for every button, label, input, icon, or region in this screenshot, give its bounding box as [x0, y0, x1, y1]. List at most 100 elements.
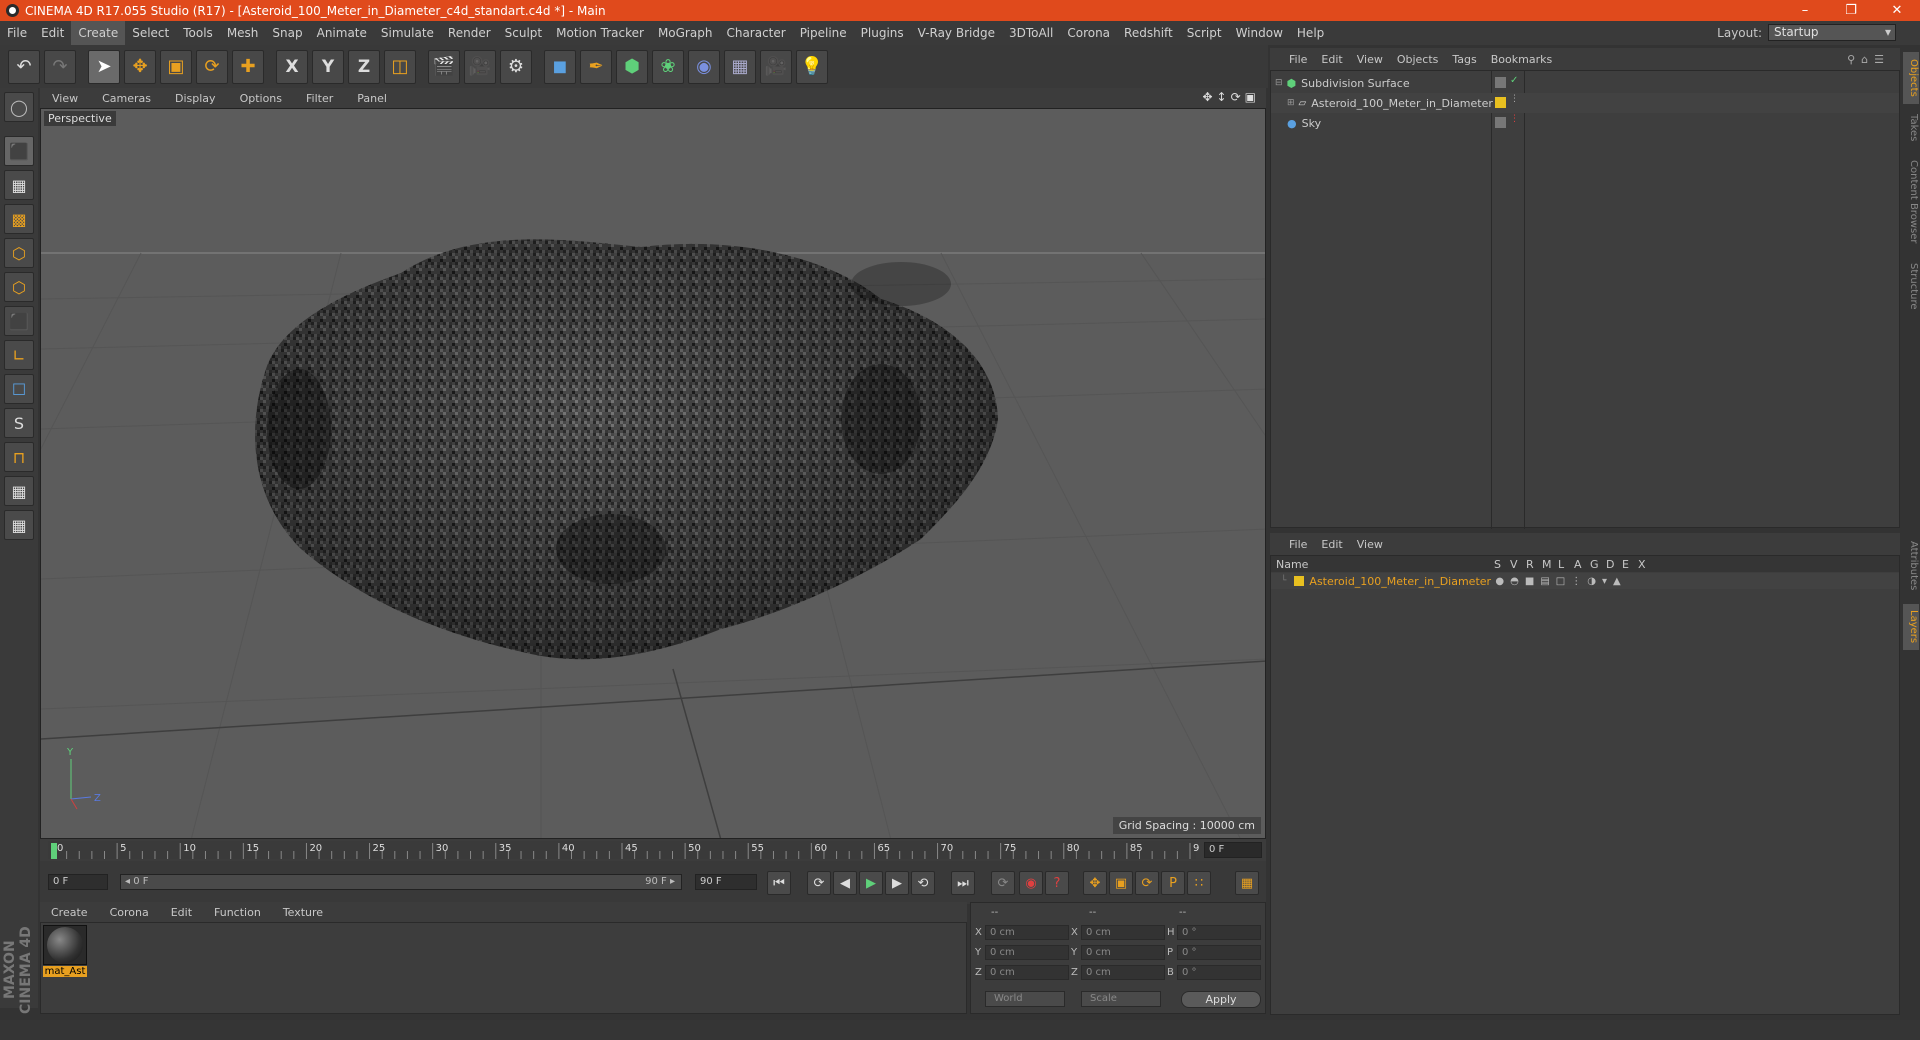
viewport-menu-view[interactable]: View	[40, 92, 90, 105]
cube-icon[interactable]: ◼	[544, 49, 576, 84]
menu-animate[interactable]: Animate	[310, 21, 374, 45]
tab-structure[interactable]: Structure	[1903, 256, 1919, 316]
model-mode-icon[interactable]: ⬛	[4, 136, 34, 166]
size-y-field[interactable]: 0 cm	[1081, 945, 1165, 960]
layer-column-xref[interactable]: X	[1638, 558, 1654, 571]
key-scale-icon[interactable]: ▣	[1109, 871, 1133, 895]
edges-mode-icon[interactable]: ⬡	[4, 272, 34, 302]
layer-menu-file[interactable]: File	[1282, 538, 1314, 551]
dots-icon[interactable]: ⋮	[1510, 114, 1519, 124]
viewport-menu-cameras[interactable]: Cameras	[90, 92, 163, 105]
render-view-icon[interactable]: 🎬	[428, 49, 460, 84]
object-menu-bookmarks[interactable]: Bookmarks	[1484, 53, 1559, 66]
subdivision-icon[interactable]: ⬢	[616, 49, 648, 84]
expand-icon[interactable]: ⊟	[1275, 78, 1283, 88]
menu-select[interactable]: Select	[125, 21, 176, 45]
timeline-ruler[interactable]: 0 5 10 15 20 25 30 35 40 45 50 55 60 65 70 75 80 85 90 0 F	[40, 839, 1266, 861]
coordinate-space-select[interactable]: World	[985, 991, 1065, 1007]
menu-3dtoall[interactable]: 3DToAll	[1002, 21, 1060, 45]
menu-plugins[interactable]: Plugins	[854, 21, 911, 45]
viewport-camera-label[interactable]: Perspective	[44, 111, 116, 126]
object-menu-tags[interactable]: Tags	[1445, 53, 1483, 66]
menu-character[interactable]: Character	[719, 21, 792, 45]
loop-icon[interactable]: ⟳	[807, 871, 831, 895]
menu-script[interactable]: Script	[1180, 21, 1229, 45]
render-picture-viewer-icon[interactable]: 🎥	[464, 49, 496, 84]
menu-file[interactable]: File	[0, 21, 34, 45]
restore-icon[interactable]: ❐	[1828, 0, 1874, 21]
start-frame-field[interactable]: 0 F	[48, 874, 108, 890]
object-row-asteroid[interactable]: ⊞ ▱ Asteroid_100_Meter_in_Diameter ⋮	[1271, 93, 1899, 113]
layout-select[interactable]: Startup	[1768, 24, 1896, 41]
scale-tool-icon[interactable]: ▣	[160, 49, 192, 84]
viewport-menu-options[interactable]: Options	[228, 92, 294, 105]
viewport-menu-filter[interactable]: Filter	[294, 92, 345, 105]
apply-button[interactable]: Apply	[1181, 991, 1261, 1008]
go-to-end-icon[interactable]: ⏭	[951, 871, 975, 895]
menu-tools[interactable]: Tools	[176, 21, 220, 45]
layer-color-icon[interactable]	[1495, 97, 1506, 108]
enabled-check-icon[interactable]: ✓	[1510, 75, 1518, 86]
3d-viewport[interactable]: Y Z Perspective Grid Spacing : 10000 cm	[40, 108, 1266, 839]
select-tool-icon[interactable]: ➤	[88, 49, 120, 84]
key-parameter-icon[interactable]: P	[1161, 871, 1185, 895]
step-back-icon[interactable]: ◀	[833, 871, 857, 895]
floor-icon[interactable]: ▦	[724, 49, 756, 84]
menu-help[interactable]: Help	[1290, 21, 1331, 45]
coordinate-mode-select[interactable]: Scale	[1081, 991, 1161, 1007]
tab-attributes[interactable]: Attributes	[1903, 532, 1919, 600]
current-frame-field[interactable]: 0 F	[1204, 842, 1262, 858]
menu-snap[interactable]: Snap	[265, 21, 309, 45]
menu-vray-bridge[interactable]: V-Ray Bridge	[911, 21, 1002, 45]
layer-row[interactable]: └ Asteroid_100_Meter_in_Diameter ●◓■▤□⋮◑…	[1271, 573, 1899, 589]
menu-redshift[interactable]: Redshift	[1117, 21, 1180, 45]
viewport-menu-panel[interactable]: Panel	[345, 92, 399, 105]
viewport-menu-display[interactable]: Display	[163, 92, 228, 105]
snap-icon[interactable]: ⊓	[4, 442, 34, 472]
layer-color-swatch[interactable]	[1294, 576, 1305, 586]
size-z-field[interactable]: 0 cm	[1081, 965, 1165, 980]
polygons-mode-icon[interactable]: ⬛	[4, 306, 34, 336]
menu-motion-tracker[interactable]: Motion Tracker	[549, 21, 651, 45]
workplane-mode-icon[interactable]: ▩	[4, 204, 34, 234]
material-menu-function[interactable]: Function	[203, 906, 272, 919]
size-x-field[interactable]: 0 cm	[1081, 925, 1165, 940]
layer-column-generators[interactable]: G	[1590, 558, 1606, 571]
material-menu-corona[interactable]: Corona	[99, 906, 160, 919]
tweak-mode-icon[interactable]: ☐	[4, 374, 34, 404]
move-tool-icon[interactable]: ✥	[124, 49, 156, 84]
object-menu-edit[interactable]: Edit	[1314, 53, 1349, 66]
menu-mesh[interactable]: Mesh	[220, 21, 266, 45]
layer-column-deformers[interactable]: D	[1606, 558, 1622, 571]
menu-pipeline[interactable]: Pipeline	[793, 21, 854, 45]
light-icon[interactable]: 💡	[796, 49, 828, 84]
layer-column-view[interactable]: V	[1510, 558, 1526, 571]
grid-snap-icon[interactable]: ▦	[4, 510, 34, 540]
timeline-window-icon[interactable]: ▦	[1235, 871, 1259, 895]
undo-icon[interactable]: ↶	[8, 49, 40, 84]
make-editable-icon[interactable]: ◯	[4, 92, 34, 122]
close-icon[interactable]: ✕	[1874, 0, 1920, 21]
tab-layers[interactable]: Layers	[1903, 604, 1919, 650]
step-forward-icon[interactable]: ▶	[885, 871, 909, 895]
coordinate-system-icon[interactable]: ◫	[384, 49, 416, 84]
workplane-lock-icon[interactable]: ▦	[4, 476, 34, 506]
object-menu-objects[interactable]: Objects	[1390, 53, 1446, 66]
layer-column-manager[interactable]: M	[1542, 558, 1558, 571]
loop-forward-icon[interactable]: ⟲	[911, 871, 935, 895]
material-menu-texture[interactable]: Texture	[272, 906, 334, 919]
object-menu-file[interactable]: File	[1282, 53, 1314, 66]
frame-range-slider[interactable]: ◂ 0 F 90 F ▸	[120, 874, 682, 890]
texture-mode-icon[interactable]: ▦	[4, 170, 34, 200]
menu-render[interactable]: Render	[441, 21, 498, 45]
key-position-icon[interactable]: ✥	[1083, 871, 1107, 895]
play-icon[interactable]: ▶	[859, 871, 883, 895]
key-pla-icon[interactable]: ∷	[1187, 871, 1211, 895]
material-swatch[interactable]: mat_Ast	[43, 925, 87, 977]
layer-column-render[interactable]: R	[1526, 558, 1542, 571]
mograph-cloner-icon[interactable]: ❀	[652, 49, 684, 84]
position-z-field[interactable]: 0 cm	[985, 965, 1069, 980]
menu-simulate[interactable]: Simulate	[374, 21, 441, 45]
axis-mode-icon[interactable]: ∟	[4, 340, 34, 370]
camera-icon[interactable]: 🎥	[760, 49, 792, 84]
